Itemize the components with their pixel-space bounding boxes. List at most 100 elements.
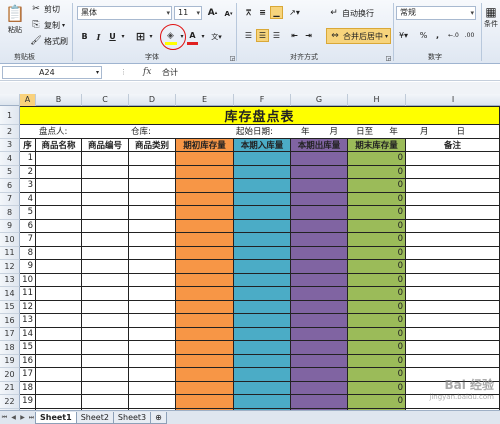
cell[interactable] bbox=[36, 395, 82, 409]
seq-cell[interactable]: 5 bbox=[20, 206, 36, 220]
cell[interactable] bbox=[176, 233, 234, 247]
cut-button[interactable]: ✂ 剪切 bbox=[30, 3, 60, 15]
next-sheet-icon[interactable]: ▶ bbox=[18, 414, 27, 421]
closing-stock-cell[interactable]: 0 bbox=[348, 260, 406, 274]
cell[interactable] bbox=[82, 260, 129, 274]
cell[interactable] bbox=[291, 179, 348, 193]
cell[interactable] bbox=[291, 206, 348, 220]
cell[interactable] bbox=[291, 300, 348, 314]
cell[interactable] bbox=[291, 368, 348, 382]
align-middle-button[interactable]: ≡ bbox=[256, 6, 269, 19]
cell[interactable] bbox=[129, 165, 176, 179]
cell[interactable] bbox=[291, 287, 348, 301]
cell[interactable] bbox=[82, 354, 129, 368]
cell[interactable] bbox=[82, 246, 129, 260]
row-header[interactable]: 2 bbox=[0, 125, 20, 139]
header-seq[interactable]: 序 bbox=[20, 138, 36, 152]
cell[interactable] bbox=[129, 300, 176, 314]
cell[interactable] bbox=[36, 233, 82, 247]
date-cell[interactable]: 年 月 bbox=[291, 125, 348, 139]
closing-stock-cell[interactable]: 0 bbox=[348, 368, 406, 382]
sheet-title-cell[interactable]: 库存盘点表 bbox=[20, 106, 500, 125]
cell[interactable] bbox=[176, 273, 234, 287]
cell[interactable] bbox=[82, 192, 129, 206]
font-name-combo[interactable]: 黑体 ▾ bbox=[77, 6, 172, 20]
cell[interactable] bbox=[129, 368, 176, 382]
seq-cell[interactable]: 1 bbox=[20, 152, 36, 166]
cell[interactable] bbox=[82, 314, 129, 328]
border-dropdown[interactable]: ▾ bbox=[148, 30, 154, 43]
row-header[interactable]: 14 bbox=[0, 287, 20, 301]
column-header-a[interactable]: A bbox=[20, 94, 36, 106]
cell[interactable] bbox=[129, 179, 176, 193]
cell[interactable] bbox=[36, 368, 82, 382]
warehouse-label[interactable]: 仓库: bbox=[129, 125, 176, 139]
cell[interactable] bbox=[176, 260, 234, 274]
cell[interactable] bbox=[291, 165, 348, 179]
cell[interactable] bbox=[234, 327, 291, 341]
cell[interactable] bbox=[82, 233, 129, 247]
tab-sheet3[interactable]: Sheet3 bbox=[112, 411, 152, 424]
cell[interactable] bbox=[291, 354, 348, 368]
cell[interactable] bbox=[82, 206, 129, 220]
cell[interactable] bbox=[234, 273, 291, 287]
header-remarks[interactable]: 备注 bbox=[406, 138, 500, 152]
column-header-c[interactable]: C bbox=[82, 94, 129, 106]
cell[interactable] bbox=[36, 314, 82, 328]
cell[interactable] bbox=[406, 327, 500, 341]
row-header[interactable]: 22 bbox=[0, 395, 20, 409]
cell[interactable] bbox=[176, 341, 234, 355]
cell[interactable] bbox=[36, 179, 82, 193]
orientation-button[interactable]: ↗▾ bbox=[288, 6, 301, 19]
cell[interactable] bbox=[406, 219, 500, 233]
row-header[interactable]: 4 bbox=[0, 152, 20, 166]
header-opening-stock[interactable]: 期初库存量 bbox=[176, 138, 234, 152]
row-header[interactable]: 12 bbox=[0, 260, 20, 274]
merge-center-button[interactable]: ⇔ 合并后居中 ▾ bbox=[326, 28, 392, 44]
column-header-b[interactable]: B bbox=[36, 94, 82, 106]
cell[interactable] bbox=[291, 152, 348, 166]
prev-sheet-icon[interactable]: ◀ bbox=[9, 414, 18, 421]
cell[interactable] bbox=[234, 179, 291, 193]
seq-cell[interactable]: 11 bbox=[20, 287, 36, 301]
seq-cell[interactable]: 10 bbox=[20, 273, 36, 287]
cell[interactable] bbox=[234, 354, 291, 368]
cell[interactable] bbox=[36, 354, 82, 368]
cell[interactable] bbox=[406, 152, 500, 166]
comma-button[interactable]: , bbox=[431, 29, 444, 42]
cell[interactable] bbox=[291, 314, 348, 328]
cell[interactable] bbox=[36, 165, 82, 179]
closing-stock-cell[interactable]: 0 bbox=[348, 165, 406, 179]
row-header[interactable]: 5 bbox=[0, 165, 20, 179]
cell[interactable] bbox=[234, 152, 291, 166]
cell[interactable] bbox=[82, 381, 129, 395]
cell[interactable] bbox=[291, 192, 348, 206]
name-box[interactable]: A24 ▾ bbox=[2, 66, 102, 79]
number-format-combo[interactable]: 常规 ▾ bbox=[396, 6, 476, 20]
seq-cell[interactable]: 19 bbox=[20, 395, 36, 409]
percent-button[interactable]: % bbox=[417, 29, 430, 42]
corner-cell[interactable] bbox=[0, 94, 20, 106]
align-bottom-button[interactable]: ▁ bbox=[270, 6, 283, 19]
bold-button[interactable]: B bbox=[78, 30, 91, 43]
cell[interactable] bbox=[291, 233, 348, 247]
cell[interactable] bbox=[129, 192, 176, 206]
cell[interactable] bbox=[36, 219, 82, 233]
row-header[interactable]: 18 bbox=[0, 341, 20, 355]
cell[interactable] bbox=[36, 246, 82, 260]
cell[interactable] bbox=[82, 327, 129, 341]
column-header-h[interactable]: H bbox=[348, 94, 406, 106]
inventory-person-label[interactable]: 盘点人: bbox=[36, 125, 129, 139]
conditional-format-button[interactable]: ▦ 条件 bbox=[484, 6, 498, 29]
font-color-dropdown[interactable]: ▾ bbox=[200, 30, 206, 43]
closing-stock-cell[interactable]: 0 bbox=[348, 287, 406, 301]
cell[interactable] bbox=[291, 395, 348, 409]
cell[interactable] bbox=[82, 300, 129, 314]
seq-cell[interactable]: 7 bbox=[20, 233, 36, 247]
cell[interactable] bbox=[234, 300, 291, 314]
cell[interactable] bbox=[406, 165, 500, 179]
cell[interactable] bbox=[129, 287, 176, 301]
cell[interactable] bbox=[129, 260, 176, 274]
cell[interactable] bbox=[291, 327, 348, 341]
cell[interactable] bbox=[176, 368, 234, 382]
